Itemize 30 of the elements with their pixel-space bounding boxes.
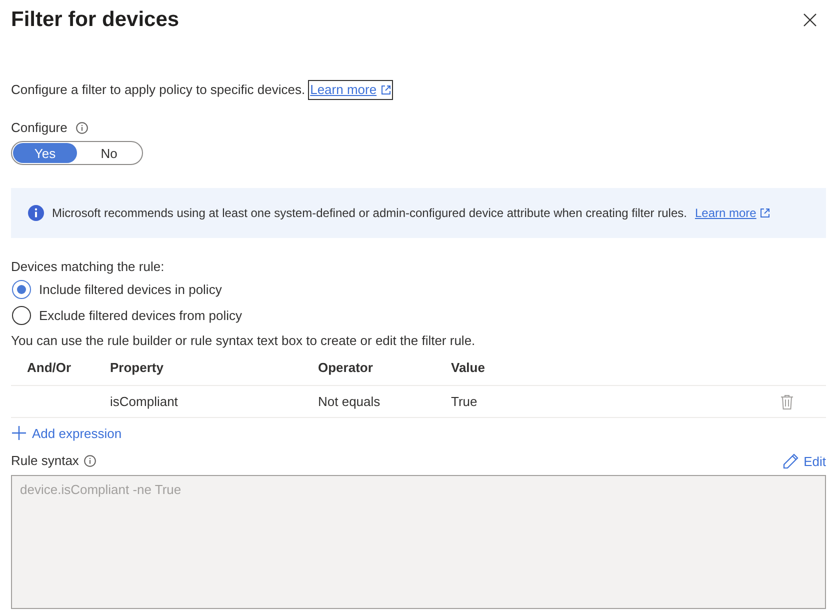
table-cell-text: True <box>451 394 478 409</box>
column-header: And/Or <box>26 360 72 375</box>
close-icon[interactable] <box>803 13 817 27</box>
external-link-icon <box>760 208 770 218</box>
matching-label: Devices matching the rule: <box>11 258 164 276</box>
add-expression-button[interactable]: Add expression <box>11 424 122 442</box>
pencil-icon <box>782 452 799 470</box>
external-link-icon <box>380 85 391 95</box>
info-icon <box>84 455 96 467</box>
toggle-option[interactable]: Yes <box>13 143 77 163</box>
info-icon <box>28 205 44 221</box>
toggle-option[interactable]: No <box>77 143 141 163</box>
rule-syntax-label: Rule syntax <box>11 452 79 470</box>
info-icon <box>76 122 88 134</box>
banner-text: Microsoft recommends using at least one system-defined or admin-configured device attribute when creating filter rules. <box>52 206 687 220</box>
table-cell-text: Not equals <box>318 394 382 409</box>
learn-more-link[interactable]: Learn more <box>309 81 392 99</box>
column-header: Value <box>451 360 486 375</box>
column-header: Operator <box>318 360 374 375</box>
learn-more-link[interactable]: Learn more <box>694 206 770 220</box>
column-header: Property <box>110 360 164 375</box>
radio-option[interactable]: Exclude filtered devices from policy <box>11 302 242 328</box>
hint-text: You can use the rule builder or rule syntax text box to create or edit the filter rule. <box>11 332 476 350</box>
trash-icon[interactable] <box>780 394 794 410</box>
plus-icon <box>11 425 27 441</box>
configure-label: Configure <box>11 119 68 137</box>
panel-title: Filter for devices <box>11 7 180 33</box>
radio-option[interactable]: Include filtered devices in policy <box>11 276 222 302</box>
table-cell-text: isCompliant <box>110 394 179 409</box>
intro-text: Configure a filter to apply policy to specific devices. <box>11 81 306 99</box>
